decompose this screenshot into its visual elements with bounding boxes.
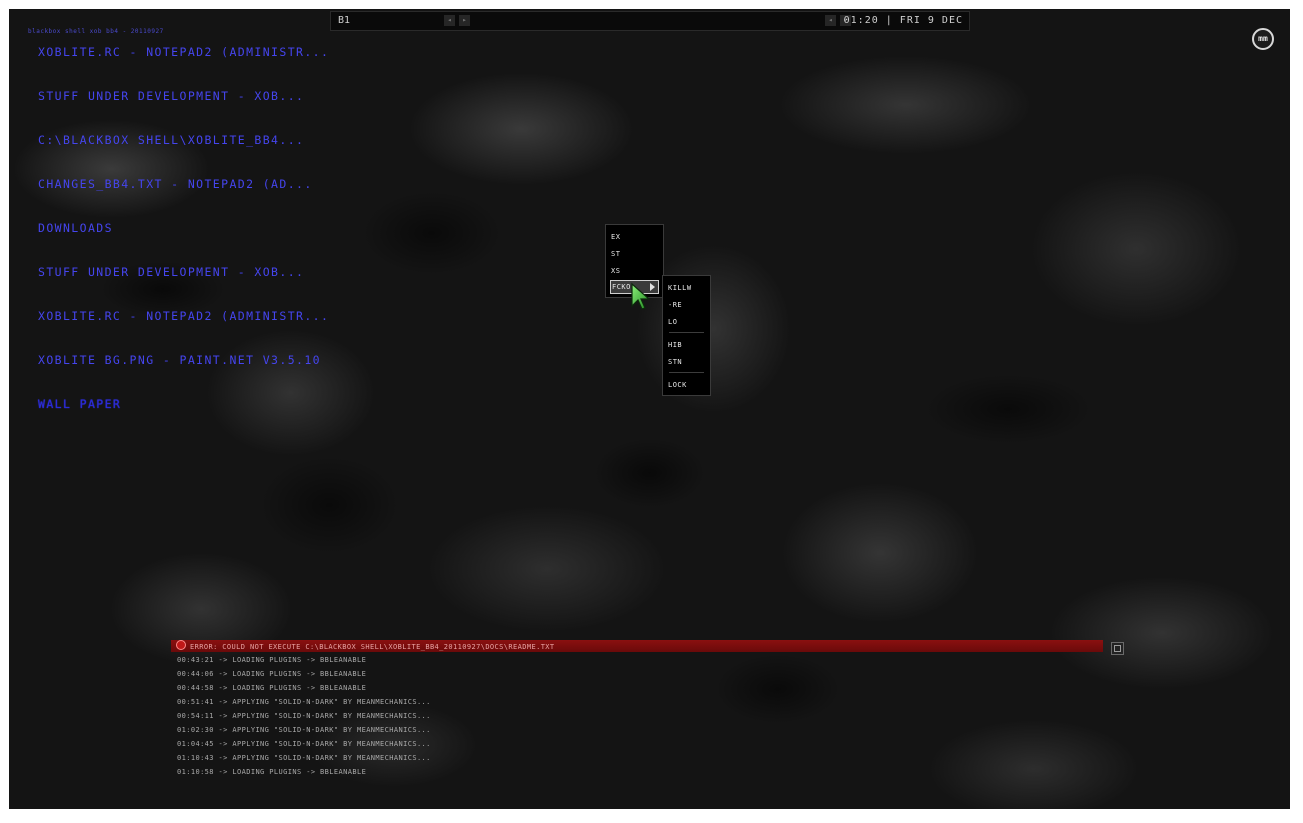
log-line: 00:54:11 -> APPLYING "SOLID-N-DARK" BY M… (177, 712, 431, 720)
task-item[interactable]: C:\BLACKBOX SHELL\XOBLITE_BB4... (38, 133, 329, 177)
submenu-item-lock[interactable]: LOCK (667, 379, 706, 391)
submenu-item-hib[interactable]: HIB (667, 339, 706, 351)
task-item[interactable]: STUFF UNDER DEVELOPMENT - XOB... (38, 89, 329, 133)
submenu-item-lo[interactable]: LO (667, 316, 706, 328)
submenu-item-stn[interactable]: STN (667, 356, 706, 368)
task-item-active[interactable]: WALL PAPER (38, 397, 329, 441)
menu-item-xs[interactable]: XS (610, 265, 659, 277)
error-icon (176, 640, 186, 650)
error-bar: ERROR: COULD NOT EXECUTE C:\BLACKBOX SHE… (171, 640, 1103, 652)
task-item[interactable]: XOBLITE.RC - NOTEPAD2 (ADMINISTR... (38, 309, 329, 353)
log-line: 00:44:58 -> LOADING PLUGINS -> BBLEANABL… (177, 684, 367, 692)
console-window-button[interactable] (1111, 642, 1124, 655)
log-line: 00:51:41 -> APPLYING "SOLID-N-DARK" BY M… (177, 698, 431, 706)
menu-item-st[interactable]: ST (610, 248, 659, 260)
log-line: 00:43:21 -> LOADING PLUGINS -> BBLEANABL… (177, 656, 367, 664)
task-item[interactable]: CHANGES_BB4.TXT - NOTEPAD2 (AD... (38, 177, 329, 221)
mm-logo: mm (1252, 28, 1274, 50)
task-item[interactable]: STUFF UNDER DEVELOPMENT - XOB... (38, 265, 329, 309)
menu-separator (669, 332, 704, 333)
task-item[interactable]: XOBLITE.RC - NOTEPAD2 (ADMINISTR... (38, 45, 329, 89)
log-line: 01:02:30 -> APPLYING "SOLID-N-DARK" BY M… (177, 726, 431, 734)
clock[interactable]: 01:20 | FRI 9 DEC (844, 15, 963, 26)
workspace-prev-button[interactable]: ◂ (444, 15, 455, 26)
task-item[interactable]: DOWNLOADS (38, 221, 329, 265)
workspace-label[interactable]: B1 (338, 15, 350, 26)
log-line: 01:10:43 -> APPLYING "SOLID-N-DARK" BY M… (177, 754, 431, 762)
menu-separator (669, 372, 704, 373)
log-line: 01:04:45 -> APPLYING "SOLID-N-DARK" BY M… (177, 740, 431, 748)
submenu-item-re[interactable]: -RE (667, 299, 706, 311)
task-list: XOBLITE.RC - NOTEPAD2 (ADMINISTR... STUF… (38, 45, 329, 441)
cursor-icon (631, 282, 651, 310)
workspace-next-button[interactable]: ▸ (459, 15, 470, 26)
submenu-item-killw[interactable]: KILLW (667, 282, 706, 294)
task-item[interactable]: XOBLITE BG.PNG - PAINT.NET V3.5.10 (38, 353, 329, 397)
log-list: 00:43:21 -> LOADING PLUGINS -> BBLEANABL… (177, 656, 431, 782)
menu-item-label: FCKO (612, 283, 631, 291)
shell-version-label: blackbox shell xob bb4 - 20110927 (28, 28, 164, 35)
task-prev-button[interactable]: ◂ (825, 15, 836, 26)
desktop-wallpaper[interactable]: B1 ◂ ▸ ◂ ▸ 01:20 | FRI 9 DEC blackbox sh… (9, 9, 1290, 809)
shutdown-submenu: KILLW -RE LO HIB STN LOCK (662, 275, 711, 396)
top-toolbar: B1 ◂ ▸ ◂ ▸ 01:20 | FRI 9 DEC (330, 11, 970, 31)
log-line: 00:44:06 -> LOADING PLUGINS -> BBLEANABL… (177, 670, 367, 678)
menu-item-ex[interactable]: EX (610, 231, 659, 243)
error-message: ERROR: COULD NOT EXECUTE C:\BLACKBOX SHE… (190, 643, 555, 651)
log-line: 01:10:58 -> LOADING PLUGINS -> BBLEANABL… (177, 768, 367, 776)
